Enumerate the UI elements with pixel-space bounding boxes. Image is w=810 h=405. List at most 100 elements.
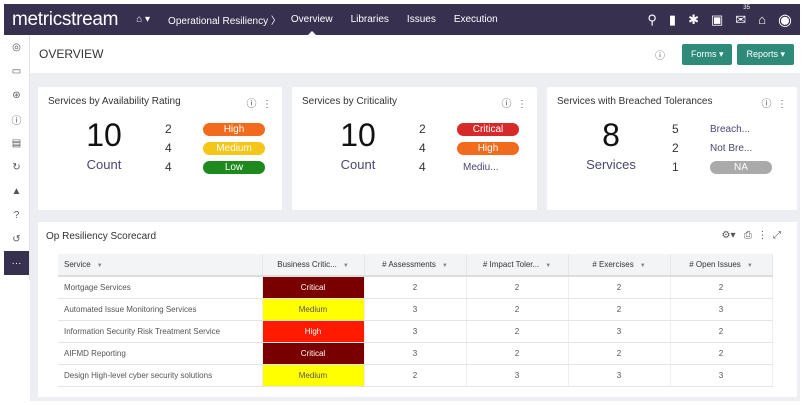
count: 2 bbox=[672, 141, 679, 155]
count: 2 bbox=[165, 122, 172, 136]
high-pill[interactable]: High bbox=[457, 141, 519, 155]
column-header[interactable]: # Exercises ▼ bbox=[568, 254, 671, 277]
table-row[interactable]: Design High-level cyber security solutio… bbox=[58, 364, 773, 387]
breached-link[interactable]: Breach... bbox=[710, 124, 750, 135]
nav-overview[interactable]: Overview bbox=[291, 14, 333, 35]
forms-button[interactable]: Forms ▾ bbox=[681, 43, 733, 65]
impact-tolerances-cell: 2 bbox=[466, 342, 569, 365]
column-header[interactable]: Service ▼ bbox=[58, 254, 263, 277]
sidebar-warning-icon[interactable]: ▲ bbox=[4, 179, 29, 203]
settings-icon[interactable]: ⚙▾ bbox=[722, 230, 736, 241]
tools-icon[interactable]: ✱ bbox=[688, 12, 699, 28]
service-cell[interactable]: Mortgage Services bbox=[58, 276, 263, 299]
logo: metricstream bbox=[12, 8, 119, 30]
help-icon[interactable]: ⓘ bbox=[655, 47, 665, 62]
briefcase-icon[interactable]: ⌂ bbox=[758, 12, 766, 27]
page-title: OVERVIEW bbox=[39, 47, 104, 61]
medium-pill[interactable]: Medium bbox=[203, 141, 265, 155]
notifications-icon[interactable]: ✉ 35 bbox=[735, 4, 751, 28]
high-pill[interactable]: High bbox=[203, 122, 265, 136]
sidebar-cycle-icon[interactable]: ↺ bbox=[4, 227, 29, 251]
column-label: # Exercises bbox=[592, 260, 634, 269]
criticality-cell: High bbox=[262, 320, 365, 343]
sidebar-network-icon[interactable]: ⊛ bbox=[4, 83, 29, 107]
card-title: Services by Availability Rating bbox=[48, 96, 181, 107]
reports-button[interactable]: Reports ▾ bbox=[737, 43, 794, 65]
impact-tolerances-cell: 2 bbox=[466, 298, 569, 321]
table-row[interactable]: Automated Issue Monitoring Services Mediu… bbox=[58, 298, 773, 321]
column-label: # Assessments bbox=[382, 260, 436, 269]
expand-icon[interactable]: ⤢ bbox=[773, 230, 781, 241]
card-menu-icon[interactable]: ⓘ ⋮ bbox=[246, 95, 272, 110]
card-menu-icon[interactable]: ⓘ ⋮ bbox=[761, 95, 787, 110]
sidebar-more-icon[interactable]: ··· bbox=[4, 251, 29, 275]
column-header[interactable]: # Impact Toler... ▼ bbox=[466, 254, 569, 277]
table-row[interactable]: Mortgage Services Critical 2 2 2 2 bbox=[58, 276, 773, 299]
open-issues-cell: 2 bbox=[670, 342, 773, 365]
sidebar-refresh-icon[interactable]: ↻ bbox=[4, 155, 29, 179]
exercises-cell: 2 bbox=[568, 342, 671, 365]
column-label: # Open Issues bbox=[689, 260, 741, 269]
nav-operational-resiliency[interactable]: Operational Resiliency 〉 bbox=[168, 12, 281, 27]
service-cell[interactable]: Automated Issue Monitoring Services bbox=[58, 298, 263, 321]
sidebar-document-icon[interactable]: ▤ bbox=[4, 131, 29, 155]
sort-caret-icon[interactable]: ▼ bbox=[747, 263, 753, 269]
home-menu[interactable]: ⌂ ▾ bbox=[136, 14, 150, 25]
not-breached-link[interactable]: Not Bre... bbox=[710, 143, 752, 154]
card-total-label: Count bbox=[340, 157, 376, 172]
sidebar-question-icon[interactable]: ? bbox=[4, 203, 29, 227]
critical-pill[interactable]: Critical bbox=[457, 122, 519, 136]
page-header: OVERVIEW ⓘ Forms ▾ Reports ▾ bbox=[30, 35, 800, 73]
sidebar-monitor-icon[interactable]: ▭ bbox=[4, 59, 29, 83]
column-header[interactable]: # Assessments ▼ bbox=[364, 254, 467, 277]
service-cell[interactable]: AIFMD Reporting bbox=[58, 342, 263, 365]
calendar-icon[interactable]: ▣ bbox=[711, 12, 723, 28]
sort-caret-icon[interactable]: ▼ bbox=[442, 263, 448, 269]
search-icon[interactable]: ⚲ bbox=[647, 12, 657, 28]
criticality-cell: Critical bbox=[262, 276, 365, 299]
medium-link[interactable]: Mediu... bbox=[463, 162, 499, 173]
table-row[interactable]: AIFMD Reporting Critical 3 2 2 2 bbox=[58, 342, 773, 365]
impact-tolerances-cell: 3 bbox=[466, 364, 569, 387]
column-header[interactable]: Business Critic... ▼ bbox=[262, 254, 365, 277]
bookmark-icon[interactable]: ▮ bbox=[669, 12, 676, 28]
count: 2 bbox=[419, 122, 426, 136]
more-icon[interactable]: ⋮ bbox=[757, 230, 767, 241]
impact-tolerances-cell: 2 bbox=[466, 320, 569, 343]
nav-execution[interactable]: Execution bbox=[454, 14, 498, 25]
table-row[interactable]: Information Security Risk Treatment Serv… bbox=[58, 320, 773, 343]
sort-caret-icon[interactable]: ▼ bbox=[97, 263, 103, 269]
card-total: 10 bbox=[340, 117, 376, 153]
sidebar-help-icon[interactable]: ⓘ bbox=[4, 107, 29, 131]
sort-caret-icon[interactable]: ▼ bbox=[545, 263, 551, 269]
exercises-cell: 3 bbox=[568, 364, 671, 387]
scorecard-title: Op Resiliency Scorecard bbox=[46, 231, 157, 242]
card-total-label: Count bbox=[86, 157, 122, 172]
assessments-cell: 3 bbox=[364, 298, 467, 321]
nav-libraries[interactable]: Libraries bbox=[351, 14, 389, 25]
card-menu-icon[interactable]: ⓘ ⋮ bbox=[501, 95, 527, 110]
open-issues-cell: 2 bbox=[670, 320, 773, 343]
sort-caret-icon[interactable]: ▼ bbox=[343, 263, 349, 269]
column-label: Service bbox=[64, 260, 91, 269]
count: 4 bbox=[419, 141, 426, 155]
na-pill[interactable]: NA bbox=[710, 160, 772, 174]
assessments-cell: 3 bbox=[364, 342, 467, 365]
main-content: OVERVIEW ⓘ Forms ▾ Reports ▾ Services by… bbox=[30, 35, 800, 401]
service-cell[interactable]: Information Security Risk Treatment Serv… bbox=[58, 320, 263, 343]
card-total: 10 bbox=[86, 117, 122, 153]
scorecard-table: Service ▼ Business Critic... ▼ # Assessments… bbox=[58, 254, 773, 387]
criticality-cell: Medium bbox=[262, 364, 365, 387]
notification-badge: 35 bbox=[742, 4, 751, 11]
sidebar-target-icon[interactable]: ◎ bbox=[4, 35, 29, 59]
user-avatar-icon[interactable]: ◉ bbox=[778, 10, 792, 30]
criticality-cell: Critical bbox=[262, 342, 365, 365]
low-pill[interactable]: Low bbox=[203, 160, 265, 174]
nav-issues[interactable]: Issues bbox=[407, 14, 436, 25]
export-icon[interactable]: ⎙ bbox=[744, 230, 752, 241]
card-criticality: Services by Criticality ⓘ ⋮ 10 Count 2 Cr… bbox=[292, 87, 537, 210]
impact-tolerances-cell: 2 bbox=[466, 276, 569, 299]
service-cell[interactable]: Design High-level cyber security solutio… bbox=[58, 364, 263, 387]
sort-caret-icon[interactable]: ▼ bbox=[640, 263, 646, 269]
column-header[interactable]: # Open Issues ▼ bbox=[670, 254, 773, 277]
